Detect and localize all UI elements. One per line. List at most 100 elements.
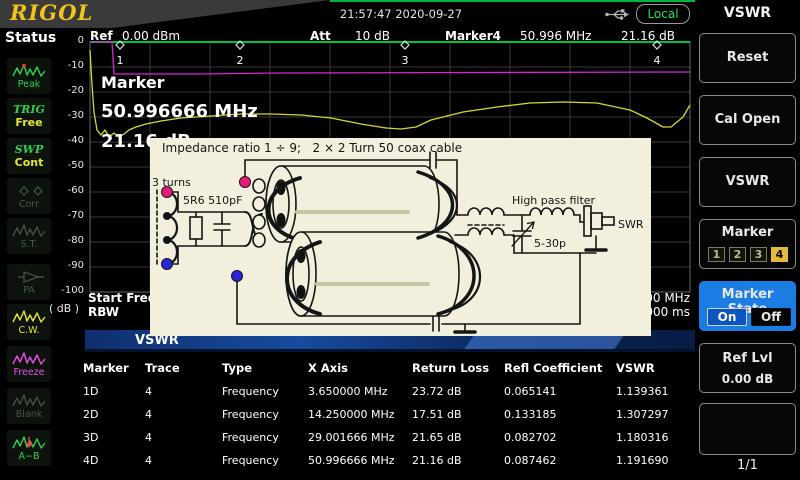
softkey-cal-open-label: Cal Open [700,112,795,127]
marker-readout-freq: 50.996666 MHz [101,101,258,122]
table-row-2-cell-1: 4 [145,426,222,449]
table-row-0-cell-4: 23.72 dB [412,380,504,403]
table-row-1-cell-3: 14.250000 MHz [308,403,412,426]
menu-title: VSWR [695,5,800,21]
table-header-4: Return Loss [412,357,504,380]
table-row-2-cell-6: 1.180316 [616,426,695,449]
variable-capacitor [513,215,531,253]
y-tick--60: -60 [46,185,84,196]
y-axis-unit: ( dB ) [40,302,88,315]
status-cw-label: C.W. [19,325,40,336]
rc-label: 5R6 510pF [183,194,242,207]
status-swp-tag: SWP [15,143,44,156]
status-ab-label: A−B [19,451,40,462]
marker-number-2[interactable]: 2 [729,247,746,262]
marker-1-number: 1 [117,54,124,67]
swr-connector [584,206,591,236]
hpf-label: High pass filter [512,194,596,207]
table-row-1-cell-6: 1.307297 [616,403,695,426]
softkey-vswr-label: VSWR [700,174,795,189]
softkey-marker-state[interactable]: Marker StateOnOff [699,281,796,331]
top-bar: RIGOL 21:57:47 2020-09-27 Local [0,0,800,28]
table-header-0: Marker [83,357,145,380]
ref-label: Ref [90,29,113,43]
peak-icon [11,63,47,79]
capacitor [214,212,230,246]
y-tick--80: -80 [46,235,84,246]
status-ab: A−B [7,430,51,466]
local-badge: Local [636,4,690,24]
table-row-1-cell-4: 17.51 dB [412,403,504,426]
status-trig-label: Free [15,116,42,129]
table-row-2-cell-2: Frequency [222,426,308,449]
marker-4-number: 4 [654,54,661,67]
status-pa-label: PA [23,285,35,296]
status-freeze: Freeze [7,346,51,382]
table-row-3-cell-5: 0.087462 [504,449,616,472]
softkey-reset[interactable]: Reset [699,33,796,83]
analyzer-screen: RIGOL 21:57:47 2020-09-27 Local Status P… [0,0,800,480]
status-corr-label: Corr [19,199,39,210]
ab-icon [11,435,47,451]
table-row-3-cell-1: 4 [145,449,222,472]
blank-icon [11,393,47,409]
swr-label: SWR [618,218,644,231]
softkey-ref-lvl[interactable]: Ref Lvl 0.00 dB [699,343,796,393]
y-tick--70: -70 [46,210,84,221]
softkey-marker-label: Marker [700,225,795,240]
softkey-ref-lvl-label: Ref Lvl [700,351,795,366]
softkey-reset-label: Reset [700,50,795,65]
choke-coil-bottom [455,228,504,235]
att-value: 10 dB [355,29,390,43]
table-row-3-cell-0: 4D [83,449,145,472]
table-row-1-cell-0: 2D [83,403,145,426]
table-row-0-cell-3: 3.650000 MHz [308,380,412,403]
table-row-2-cell-3: 29.001666 MHz [308,426,412,449]
status-swp-label: Cont [15,156,44,169]
marker-state-option-off[interactable]: Off [751,308,791,326]
y-tick--40: -40 [46,135,84,146]
table-row-3-cell-4: 21.16 dB [412,449,504,472]
status-blank-label: Blank [16,409,43,420]
y-tick--90: -90 [46,260,84,271]
y-tick--50: -50 [46,160,84,171]
schematic-drawing: 3 turns 5R6 510pF High pass filter 5-30p… [150,138,651,336]
table-header-1: Trace [145,357,222,380]
table-header-2: Type [222,357,308,380]
marker-2-number: 2 [237,54,244,67]
table-row-2-cell-4: 21.65 dB [412,426,504,449]
schematic-overlay: 3 turns 5R6 510pF High pass filter 5-30p… [150,138,651,336]
softkey-vswr[interactable]: VSWR [699,157,796,207]
softkey-cal-open[interactable]: Cal Open [699,95,796,145]
filter-coil [504,208,584,222]
table-row-0-cell-6: 1.139361 [616,380,695,403]
pa-icon [11,269,47,285]
datetime: 21:57:47 2020-09-27 [312,7,490,21]
table-header-3: X Axis [308,357,412,380]
overlay-title: Impedance ratio 1 ÷ 9; 2 × 2 Turn 50 coa… [162,141,462,155]
table-header-5: Refl Coefficient [504,357,616,380]
marker-3-number: 3 [402,54,409,67]
turns-label: 3 turns [152,176,191,189]
table-row-0-cell-1: 4 [145,380,222,403]
marker-number-1[interactable]: 1 [708,247,725,262]
input-coil [167,192,177,264]
softkey-marker[interactable]: Marker 1234 [699,219,796,269]
banner-edge [85,349,695,352]
corr-icon [11,183,47,199]
marker-number-3[interactable]: 3 [750,247,767,262]
table-row-2-cell-5: 0.082702 [504,426,616,449]
table-row-1-cell-1: 4 [145,403,222,426]
status-corr: Corr [7,178,51,214]
softkey-ref-lvl-value: 0.00 dB [700,372,795,386]
ref-value: 0.00 dBm [122,29,180,43]
marker-state-option-on[interactable]: On [707,308,747,326]
softkey-blank-key[interactable] [699,403,796,455]
resistor [190,217,202,239]
table-row-1-cell-5: 0.133185 [504,403,616,426]
menu-page-indicator: 1/1 [695,458,800,473]
table-row-3-cell-6: 1.191690 [616,449,695,472]
table-row-3-cell-2: Frequency [222,449,308,472]
marker-number-4[interactable]: 4 [771,247,788,262]
table-row-2-cell-0: 3D [83,426,145,449]
